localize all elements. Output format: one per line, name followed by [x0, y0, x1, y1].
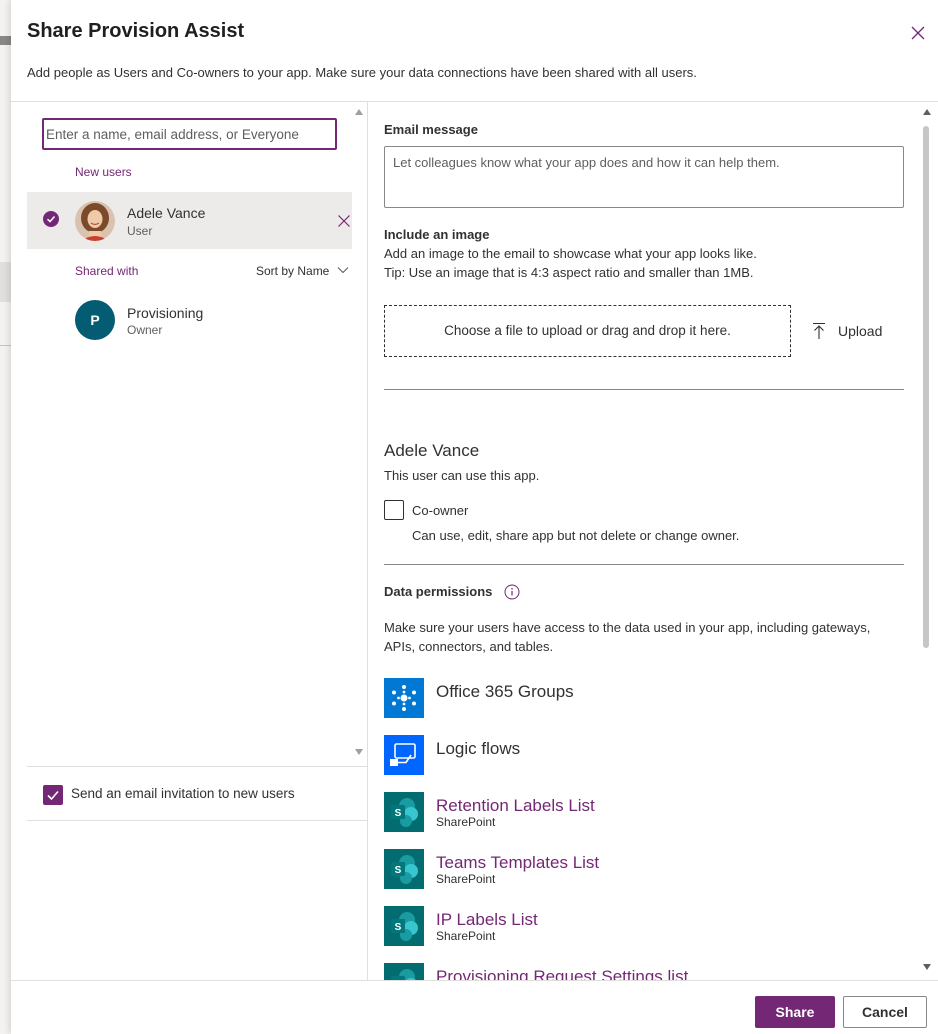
co-owner-label: Co-owner: [412, 503, 469, 518]
co-owner-checkbox[interactable]: [384, 500, 404, 520]
background-app-strip: [0, 0, 11, 1034]
data-source-link[interactable]: IP Labels List: [436, 910, 538, 930]
logic-flows-icon: [384, 735, 424, 775]
shared-with-label: Shared with: [75, 264, 139, 278]
data-source-type: SharePoint: [436, 929, 496, 943]
email-invite-checkbox[interactable]: [43, 785, 63, 805]
close-button[interactable]: [909, 24, 927, 42]
data-source-type: SharePoint: [436, 872, 496, 886]
data-source-name: Logic flows: [436, 739, 521, 758]
sharepoint-icon: S: [384, 792, 424, 832]
upload-label: Upload: [838, 323, 883, 339]
checkmark-icon: [47, 790, 59, 801]
new-user-row[interactable]: Adele Vance User: [27, 192, 352, 249]
avatar: [75, 201, 115, 241]
background-element: [0, 262, 11, 302]
share-dialog: Share Provision Assist Add people as Use…: [11, 0, 938, 1034]
new-user-name: Adele Vance: [127, 205, 206, 221]
data-permissions-heading: Data permissions: [384, 584, 493, 599]
sharepoint-icon: [384, 963, 424, 980]
new-users-label: New users: [75, 165, 132, 179]
email-invite-label: Send an email invitation to new users: [71, 786, 295, 801]
scrollbar-thumb[interactable]: [923, 126, 929, 648]
data-source-type: SharePoint: [436, 815, 496, 829]
new-user-role: User: [127, 224, 153, 238]
email-message-input[interactable]: [384, 146, 904, 208]
sharing-details-panel: Email message Include an image Add an im…: [368, 102, 938, 980]
include-image-tip: Tip: Use an image that is 4:3 aspect rat…: [384, 265, 754, 280]
selected-check-icon: [43, 211, 59, 227]
background-element: [0, 36, 11, 45]
svg-text:S: S: [395, 808, 402, 819]
chevron-down-icon[interactable]: [337, 265, 349, 275]
shared-user-name: Provisioning: [127, 305, 204, 321]
selected-user-description: This user can use this app.: [384, 468, 540, 483]
data-permissions-description: Make sure your users have access to the …: [384, 620, 871, 635]
include-image-description: Add an image to the email to showcase wh…: [384, 246, 757, 261]
scroll-down-arrow-icon[interactable]: [922, 963, 932, 971]
co-owner-description: Can use, edit, share app but not delete …: [412, 528, 740, 543]
sharepoint-icon: S: [384, 849, 424, 889]
dialog-title: Share Provision Assist: [27, 20, 245, 42]
data-source-link[interactable]: Provisioning Request Settings list: [436, 967, 688, 980]
data-source-link[interactable]: Retention Labels List: [436, 796, 595, 816]
sharepoint-icon: S: [384, 906, 424, 946]
divider: [384, 564, 904, 565]
data-source-link[interactable]: Teams Templates List: [436, 853, 599, 873]
background-element: [0, 345, 11, 346]
divider: [27, 820, 367, 821]
office365-groups-icon: [384, 678, 424, 718]
share-button[interactable]: Share: [755, 996, 835, 1028]
data-source-name: Office 365 Groups: [436, 682, 574, 701]
close-icon: [338, 215, 350, 227]
dialog-subtitle: Add people as Users and Co-owners to you…: [27, 65, 697, 80]
scroll-up-arrow-icon[interactable]: [922, 108, 932, 116]
image-drop-zone[interactable]: Choose a file to upload or drag and drop…: [384, 305, 791, 357]
close-icon: [911, 26, 925, 40]
shared-user-role: Owner: [127, 323, 163, 337]
people-panel: New users Adele Vance User S: [11, 102, 368, 980]
divider: [27, 766, 367, 767]
svg-text:S: S: [395, 922, 402, 933]
scroll-down-arrow-icon[interactable]: [354, 748, 364, 756]
svg-text:S: S: [395, 865, 402, 876]
scroll-up-arrow-icon[interactable]: [354, 108, 364, 116]
divider: [11, 980, 938, 981]
sort-dropdown[interactable]: Sort by Name: [256, 264, 329, 278]
remove-user-button[interactable]: [337, 214, 351, 228]
selected-user-name: Adele Vance: [384, 441, 480, 460]
info-icon[interactable]: [504, 584, 520, 600]
people-search-input[interactable]: [42, 118, 337, 150]
cancel-button[interactable]: Cancel: [843, 996, 927, 1028]
upload-icon: [813, 322, 825, 339]
include-image-heading: Include an image: [384, 227, 490, 242]
data-permissions-description-cont: APIs, connectors, and tables.: [384, 639, 554, 654]
divider: [384, 389, 904, 390]
email-message-heading: Email message: [384, 122, 478, 137]
owner-avatar: P: [75, 300, 115, 340]
